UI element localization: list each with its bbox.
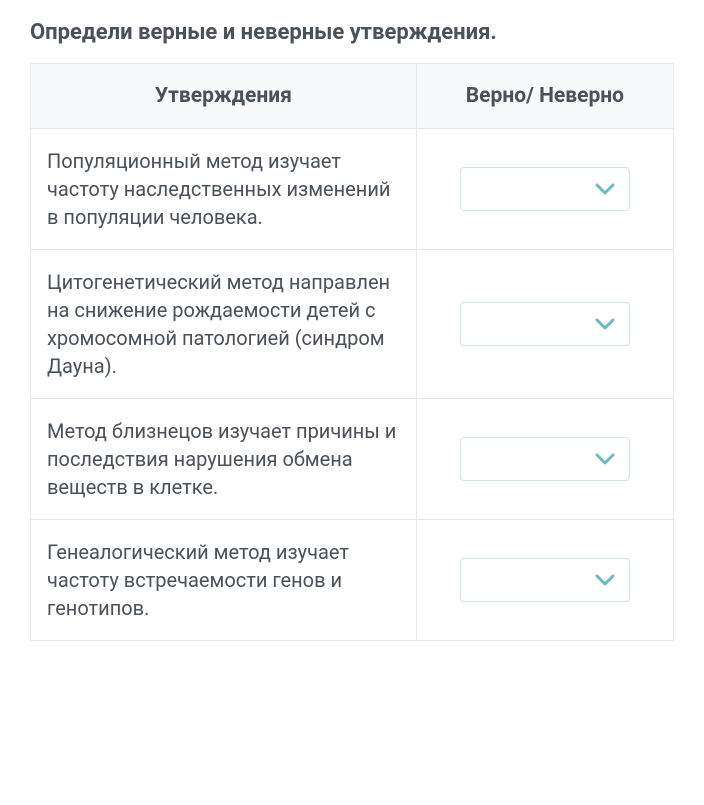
- chevron-down-icon: [595, 182, 615, 196]
- table-row: Метод близнецов изучает причины и послед…: [31, 399, 674, 520]
- quiz-table: Утверждения Верно/ Неверно Популяционный…: [30, 63, 674, 641]
- chevron-down-icon: [595, 317, 615, 331]
- table-row: Цитогенетический метод направлен на сниж…: [31, 250, 674, 399]
- chevron-down-icon: [595, 452, 615, 466]
- statement-text: Популяционный метод изучает частоту насл…: [47, 147, 400, 231]
- table-row: Генеалогический метод изучает частоту вс…: [31, 520, 674, 641]
- answer-dropdown[interactable]: [460, 302, 630, 346]
- table-row: Популяционный метод изучает частоту насл…: [31, 129, 674, 250]
- answer-dropdown[interactable]: [460, 167, 630, 211]
- statement-text: Метод близнецов изучает причины и послед…: [47, 417, 400, 501]
- chevron-down-icon: [595, 573, 615, 587]
- header-statement: Утверждения: [31, 64, 417, 129]
- statement-text: Генеалогический метод изучает частоту вс…: [47, 538, 400, 622]
- question-title: Определи верные и неверные утверждения.: [30, 20, 674, 45]
- statement-text: Цитогенетический метод направлен на сниж…: [47, 268, 400, 380]
- answer-dropdown[interactable]: [460, 558, 630, 602]
- table-header-row: Утверждения Верно/ Неверно: [31, 64, 674, 129]
- header-answer: Верно/ Неверно: [416, 64, 673, 129]
- answer-dropdown[interactable]: [460, 437, 630, 481]
